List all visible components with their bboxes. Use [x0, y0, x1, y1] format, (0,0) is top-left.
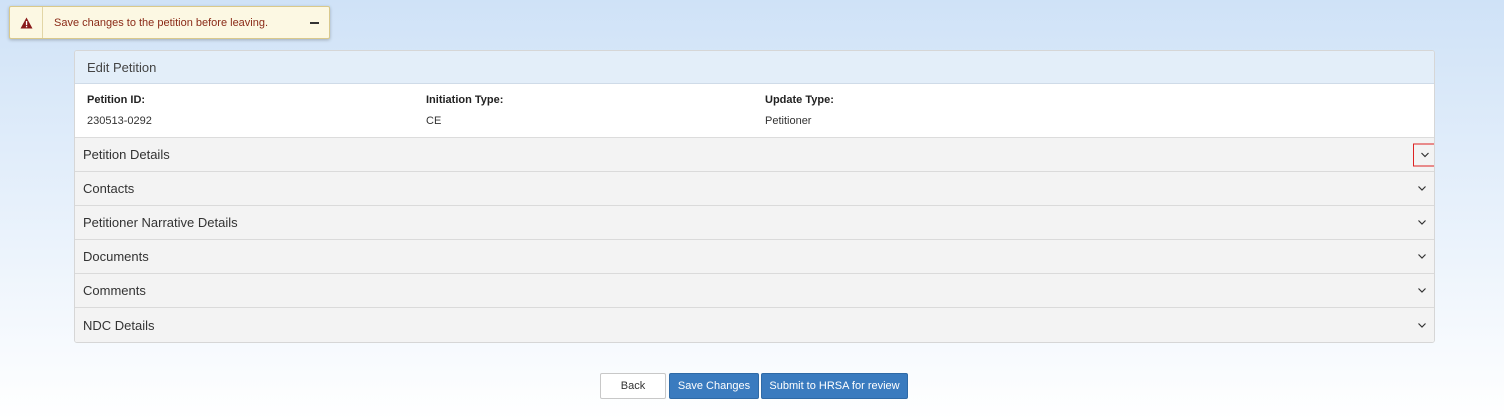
petition-id-field: Petition ID: 230513-0292	[87, 94, 152, 127]
submit-to-hrsa-button[interactable]: Submit to HRSA for review	[761, 373, 908, 399]
section-label: Contacts	[83, 181, 135, 196]
section-petition-details[interactable]: Petition Details	[75, 138, 1434, 172]
initiation-type-value: CE	[426, 115, 442, 127]
alert-message: Save changes to the petition before leav…	[54, 16, 269, 29]
petition-info: Petition ID: 230513-0292 Initiation Type…	[75, 84, 1434, 138]
chevron-down-icon[interactable]	[1412, 281, 1432, 301]
back-button[interactable]: Back	[600, 373, 666, 399]
update-type-field: Update Type: Petitioner	[765, 94, 834, 127]
section-label: Comments	[83, 283, 146, 298]
section-documents[interactable]: Documents	[75, 240, 1434, 274]
chevron-down-icon[interactable]	[1412, 213, 1432, 233]
section-petitioner-narrative-details[interactable]: Petitioner Narrative Details	[75, 206, 1434, 240]
section-label: Petitioner Narrative Details	[83, 215, 238, 230]
alert-minimize-button[interactable]	[299, 7, 329, 38]
update-type-label: Update Type:	[765, 94, 834, 106]
initiation-type-field: Initiation Type: CE	[426, 94, 503, 127]
section-ndc-details[interactable]: NDC Details	[75, 308, 1434, 342]
section-label: Petition Details	[83, 147, 170, 162]
chevron-down-icon[interactable]	[1412, 315, 1432, 335]
initiation-type-label: Initiation Type:	[426, 94, 504, 106]
minus-icon	[309, 21, 319, 24]
section-comments[interactable]: Comments	[75, 274, 1434, 308]
unsaved-changes-alert: Save changes to the petition before leav…	[9, 6, 330, 39]
panel-title: Edit Petition	[75, 51, 1434, 84]
petition-id-value: 230513-0292	[87, 115, 152, 127]
section-label: NDC Details	[83, 317, 155, 333]
chevron-down-icon[interactable]	[1412, 247, 1432, 267]
alert-icon-container	[10, 7, 43, 38]
warning-icon	[20, 17, 32, 28]
chevron-down-icon[interactable]	[1413, 143, 1434, 166]
save-changes-button[interactable]: Save Changes	[669, 373, 759, 399]
section-contacts[interactable]: Contacts	[75, 172, 1434, 206]
chevron-down-icon[interactable]	[1412, 179, 1432, 199]
section-label: Documents	[83, 249, 149, 264]
update-type-value: Petitioner	[765, 115, 812, 127]
edit-petition-panel: Edit Petition Petition ID: 230513-0292 I…	[74, 50, 1435, 343]
petition-id-label: Petition ID:	[87, 94, 146, 106]
